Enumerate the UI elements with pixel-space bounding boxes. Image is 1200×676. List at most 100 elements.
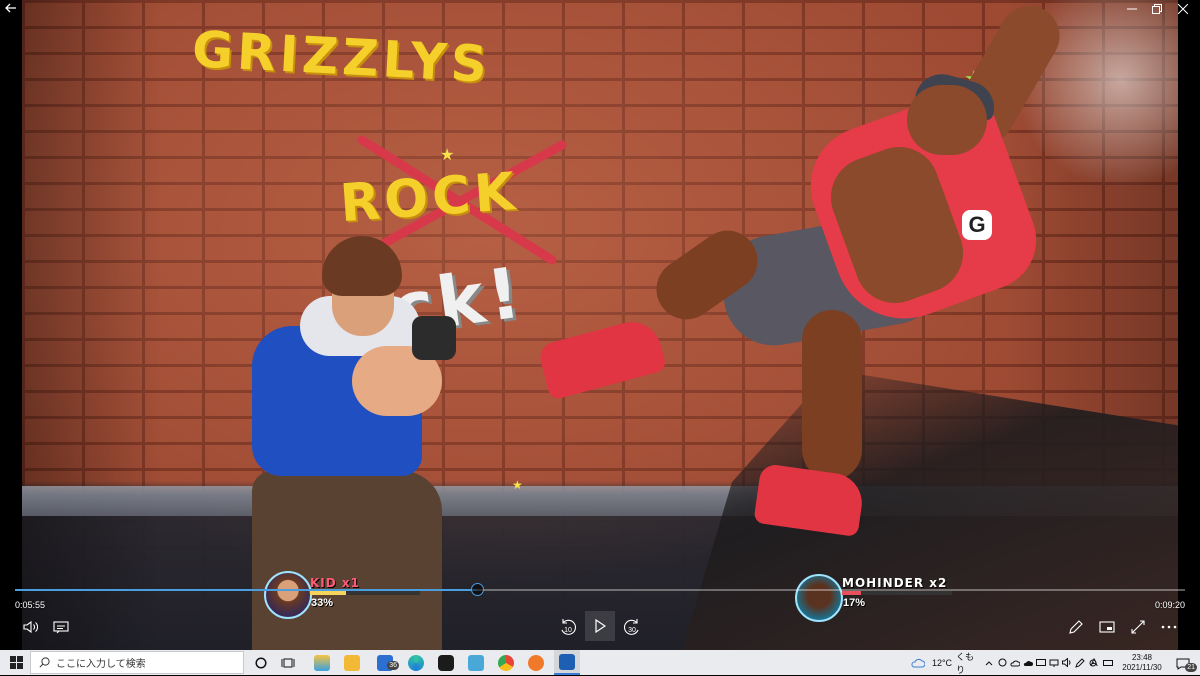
seek-thumb[interactable] bbox=[471, 583, 485, 596]
chrome-browser-icon bbox=[498, 654, 514, 671]
mini-view-icon bbox=[1099, 621, 1115, 633]
forward-30-button[interactable]: 30 bbox=[617, 614, 647, 640]
taskbar-app-chrome[interactable] bbox=[494, 650, 518, 675]
play-button[interactable] bbox=[585, 611, 615, 641]
taskbar-app-orange[interactable] bbox=[524, 650, 548, 675]
tray-icon-3[interactable] bbox=[1022, 650, 1034, 675]
close-button[interactable] bbox=[1166, 0, 1200, 20]
mini-view-button[interactable] bbox=[1092, 614, 1122, 640]
taskbar-app-weather[interactable] bbox=[310, 650, 334, 675]
tray-icon-4[interactable] bbox=[1035, 650, 1047, 675]
taskbar-app-edge[interactable] bbox=[404, 650, 428, 675]
sparkle-star-icon: ★ bbox=[440, 147, 455, 164]
taskbar-app-mail[interactable]: 36 bbox=[372, 650, 399, 675]
total-duration: 0:09:20 bbox=[1154, 600, 1185, 610]
character-mohinder: G bbox=[522, 0, 1071, 540]
weather-app-icon bbox=[314, 654, 330, 671]
kid-lives: x1 bbox=[341, 576, 361, 590]
graffiti-rock: ROCK bbox=[338, 161, 521, 235]
close-icon bbox=[1177, 3, 1189, 15]
arrow-left-icon bbox=[5, 3, 16, 13]
mohinder-portrait bbox=[795, 574, 843, 622]
mohinder-name: MOHINDER bbox=[842, 576, 925, 590]
minimize-icon bbox=[1127, 8, 1137, 10]
weather-tray-button[interactable] bbox=[910, 650, 926, 675]
notification-icon: 21 bbox=[1176, 657, 1197, 672]
kid-name: KID bbox=[310, 576, 337, 590]
cortana-button[interactable] bbox=[250, 650, 272, 675]
mohinder-damage-percent: 17% bbox=[843, 597, 866, 609]
windows-taskbar: ここに入力して検索 36 12°C くもり A 23:48 2021/11/30… bbox=[0, 650, 1200, 675]
start-button[interactable] bbox=[4, 650, 28, 675]
restore-icon bbox=[1152, 4, 1162, 14]
search-placeholder: ここに入力して検索 bbox=[56, 659, 146, 670]
pen-tray-icon bbox=[998, 658, 1006, 667]
volume-icon bbox=[23, 620, 38, 634]
forward-30-icon: 30 bbox=[623, 619, 639, 635]
mail-unread-badge: 36 bbox=[387, 660, 399, 670]
ime-mode-label: A bbox=[1090, 656, 1098, 669]
action-center-button[interactable]: 21 bbox=[1172, 650, 1197, 675]
volume-button[interactable] bbox=[16, 614, 46, 640]
more-options-button[interactable] bbox=[1154, 614, 1184, 640]
cortana-circle-icon bbox=[255, 656, 267, 669]
tray-icon-1[interactable] bbox=[996, 650, 1008, 675]
kid-portrait bbox=[264, 571, 312, 619]
kid-damage-percent: 33% bbox=[311, 597, 334, 609]
fullscreen-button[interactable] bbox=[1123, 614, 1153, 640]
tray-icon-6[interactable] bbox=[1074, 650, 1086, 675]
taskbar-search-box[interactable]: ここに入力して検索 bbox=[30, 651, 244, 674]
rewind-10-button[interactable]: 10 bbox=[553, 614, 583, 640]
seek-bar[interactable] bbox=[15, 583, 1185, 596]
mohinder-hud-name: MOHINDER x2 bbox=[842, 576, 947, 590]
mail-icon: 36 bbox=[377, 654, 399, 671]
rewind-10-icon: 10 bbox=[561, 619, 577, 635]
back-button[interactable] bbox=[0, 0, 22, 20]
forward-label: 30 bbox=[628, 627, 636, 634]
clock-time: 23:48 bbox=[1131, 652, 1153, 662]
taskbar-app-monitor[interactable] bbox=[464, 650, 488, 675]
elapsed-time: 0:05:55 bbox=[15, 600, 46, 610]
monitor-app-icon bbox=[468, 654, 484, 671]
mohinder-lives: x2 bbox=[929, 576, 948, 590]
tray-icon-5[interactable] bbox=[1048, 650, 1060, 675]
gauge-app-icon bbox=[438, 654, 454, 671]
subtitles-icon bbox=[53, 621, 69, 634]
edit-button[interactable] bbox=[1061, 614, 1091, 640]
windows-logo-icon bbox=[9, 656, 23, 669]
task-view-icon bbox=[281, 658, 295, 667]
volume-tray-button[interactable] bbox=[1061, 650, 1073, 675]
edge-browser-icon bbox=[408, 654, 424, 671]
rewind-label: 10 bbox=[564, 627, 572, 634]
taskbar-app-explorer[interactable] bbox=[340, 650, 364, 675]
kid-health-fill bbox=[310, 591, 347, 595]
clock-date: 2021/11/30 bbox=[1122, 662, 1162, 672]
taskbar-app-movies-tv[interactable] bbox=[554, 650, 580, 675]
mohinder-health-fill bbox=[842, 591, 861, 595]
chevron-up-icon bbox=[985, 660, 993, 665]
weather-description[interactable]: くもり bbox=[956, 650, 982, 675]
jacket-emblem: G bbox=[962, 210, 992, 240]
more-options-icon bbox=[1161, 625, 1177, 629]
cloud-tray-icon bbox=[1023, 660, 1033, 666]
speaker-icon bbox=[1062, 658, 1071, 667]
taskbar-app-speedometer[interactable] bbox=[434, 650, 458, 675]
onedrive-icon bbox=[1010, 660, 1020, 666]
mohinder-health-bar bbox=[842, 591, 952, 595]
cloud-icon bbox=[911, 658, 925, 667]
search-icon bbox=[39, 657, 50, 668]
task-view-button[interactable] bbox=[276, 650, 300, 675]
kid-health-bar bbox=[310, 591, 420, 595]
tray-overflow-button[interactable] bbox=[983, 650, 995, 675]
keyboard-icon bbox=[1103, 659, 1113, 666]
subtitles-button[interactable] bbox=[46, 614, 76, 640]
tray-icon-8[interactable] bbox=[1102, 650, 1114, 675]
clock-button[interactable]: 23:48 2021/11/30 bbox=[1118, 650, 1166, 675]
network-icon bbox=[1049, 659, 1059, 667]
ime-mode-button[interactable]: A bbox=[1088, 650, 1100, 675]
display-icon bbox=[1036, 658, 1046, 666]
tray-icon-2[interactable] bbox=[1009, 650, 1021, 675]
video-frame[interactable]: GRIZZLYS ROCK ck! ★ ★ ★ ★ ★ G bbox=[22, 0, 1178, 650]
weather-temperature[interactable]: 12°C bbox=[929, 650, 955, 675]
play-icon bbox=[595, 619, 606, 633]
